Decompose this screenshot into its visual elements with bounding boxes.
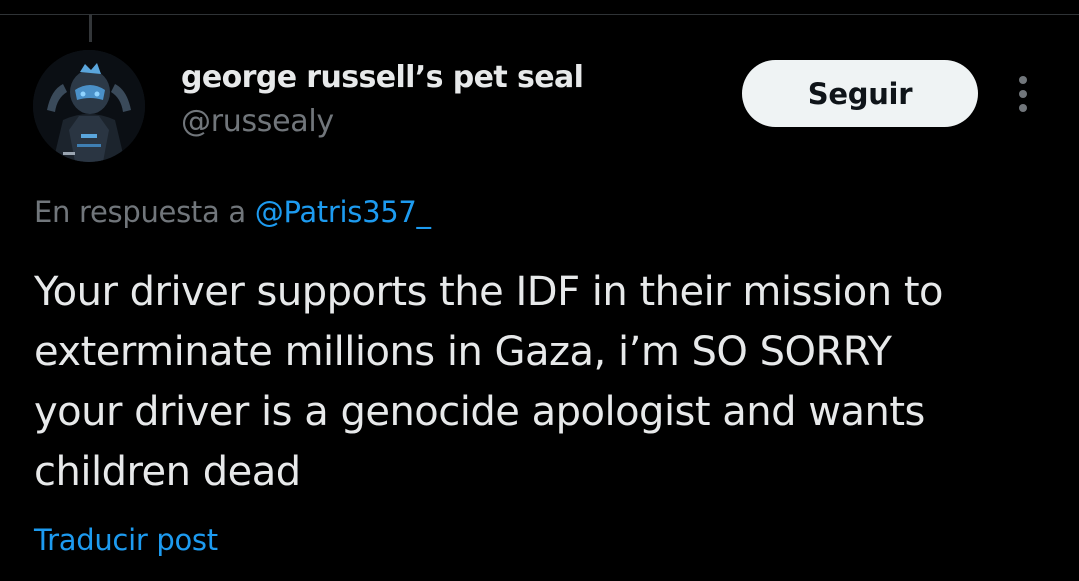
author-handle[interactable]: @russealy bbox=[181, 104, 334, 139]
more-dot bbox=[1019, 90, 1027, 98]
more-dot bbox=[1019, 76, 1027, 84]
helmeted-figure-avatar-icon bbox=[33, 50, 145, 162]
tweet-text: Your driver supports the IDF in their mi… bbox=[34, 262, 1064, 502]
reply-mention-link[interactable]: @Patris357_ bbox=[255, 195, 431, 229]
author-display-name[interactable]: george russell’s pet seal bbox=[181, 60, 584, 95]
more-dot bbox=[1019, 104, 1027, 112]
tweet-text-line: Your driver supports the IDF in their mi… bbox=[34, 269, 943, 315]
reply-prefix: En respuesta a bbox=[34, 195, 246, 229]
translate-post-link[interactable]: Traducir post bbox=[34, 523, 218, 557]
tweet-text-line: your driver is a genocide apologist and … bbox=[34, 389, 925, 435]
more-vertical-icon[interactable] bbox=[1012, 76, 1034, 114]
avatar[interactable] bbox=[33, 50, 145, 162]
tweet-text-line: children dead bbox=[34, 449, 301, 495]
reply-context: En respuesta a @Patris357_ bbox=[34, 195, 431, 229]
tweet-screen: george russell’s pet seal @russealy Segu… bbox=[0, 0, 1079, 581]
top-divider bbox=[0, 14, 1079, 15]
tweet-text-line: exterminate millions in Gaza, i’m SO SOR… bbox=[34, 329, 892, 375]
follow-button[interactable]: Seguir bbox=[742, 60, 978, 127]
thread-connector-line bbox=[89, 14, 92, 42]
